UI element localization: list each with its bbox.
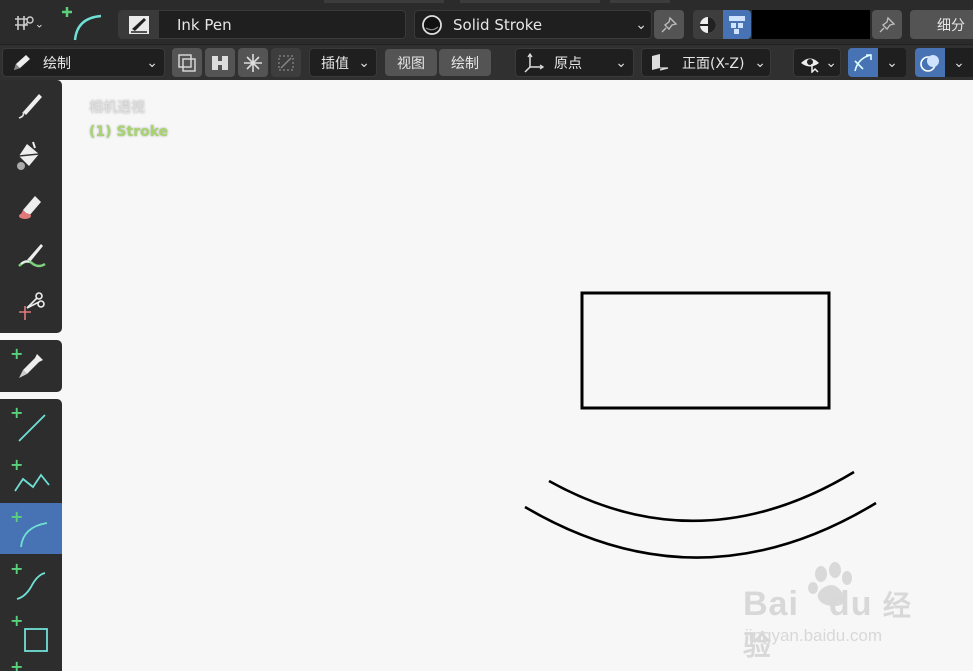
tool-group-primitives: + + + + + +: [0, 399, 62, 671]
draw-brush-icon: [18, 93, 42, 119]
add-icon: +: [10, 455, 24, 474]
rectangle-stroke[interactable]: [580, 291, 831, 410]
tool-line[interactable]: +: [0, 399, 62, 450]
tool-tint[interactable]: [0, 230, 62, 281]
tool-group-sample: +: [0, 340, 62, 392]
baidu-watermark: Bai du 经验 jingyan.baidu.com: [743, 560, 933, 661]
tool-box[interactable]: +: [0, 607, 62, 658]
watermark-url: jingyan.baidu.com: [745, 626, 883, 645]
add-icon: +: [10, 611, 24, 630]
watermark-brand-2: du: [828, 585, 873, 623]
tool-shelf: + + + + + + +: [0, 80, 62, 671]
watermark-brand: Bai: [743, 585, 799, 623]
tool-draw[interactable]: [0, 80, 62, 131]
blender-window: ⌄ Ink Pen Solid Stroke ⌄ 细分 绘制 ⌄ 插值 ⌄ 视图…: [0, 0, 973, 671]
arc-stroke-inner[interactable]: [548, 470, 855, 523]
add-icon: +: [10, 344, 24, 363]
eraser-icon: [19, 195, 41, 219]
fill-bucket-icon: [17, 141, 40, 170]
add-icon: +: [10, 403, 24, 422]
tool-fill[interactable]: [0, 130, 62, 181]
tool-circle[interactable]: +: [0, 657, 62, 671]
tool-eyedropper[interactable]: +: [0, 340, 62, 391]
add-icon: +: [10, 507, 24, 526]
tool-group-paint: [0, 80, 62, 333]
add-icon: +: [10, 559, 24, 578]
add-icon: +: [10, 657, 24, 671]
arc-stroke-outer[interactable]: [524, 501, 877, 559]
tool-arc[interactable]: +: [0, 503, 62, 554]
tool-curve[interactable]: +: [0, 555, 62, 606]
scissors-icon: [19, 291, 45, 320]
tool-erase[interactable]: [0, 180, 62, 231]
tint-brush-icon: [18, 243, 46, 267]
tool-cutter[interactable]: [0, 280, 62, 331]
tool-polyline[interactable]: +: [0, 451, 62, 502]
